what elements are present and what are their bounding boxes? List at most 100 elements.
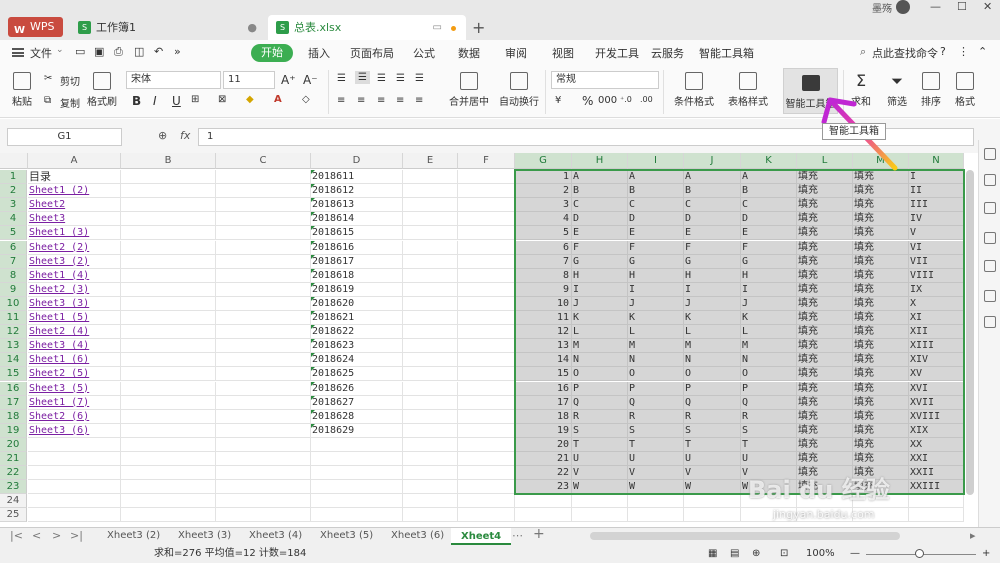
table-cell[interactable]: 填充 xyxy=(853,254,909,269)
fx-icon[interactable]: fx xyxy=(180,129,190,142)
table-cell[interactable] xyxy=(458,212,515,227)
table-cell[interactable]: 填充 xyxy=(797,170,853,185)
row-header[interactable]: 15 xyxy=(0,367,27,382)
table-cell[interactable] xyxy=(403,381,458,396)
merge-center-button[interactable]: 合并居中 xyxy=(444,72,494,108)
table-cell[interactable]: 填充 xyxy=(797,367,853,382)
table-cell[interactable]: 填充 xyxy=(797,325,853,340)
table-cell[interactable]: K xyxy=(572,311,628,326)
table-cell[interactable]: E xyxy=(572,226,628,241)
table-cell[interactable] xyxy=(458,226,515,241)
table-cell[interactable]: 填充 xyxy=(853,296,909,311)
table-cell[interactable] xyxy=(403,254,458,269)
table-cell[interactable]: L xyxy=(628,325,684,340)
table-cell[interactable]: 13 xyxy=(515,339,572,354)
last-sheet-icon[interactable]: >| xyxy=(70,529,83,542)
apps-icon[interactable] xyxy=(984,316,996,328)
table-cell[interactable] xyxy=(311,508,403,523)
table-cell[interactable] xyxy=(216,339,311,354)
table-cell[interactable]: 填充 xyxy=(797,339,853,354)
table-cell[interactable]: 2018616 xyxy=(311,240,403,255)
table-cell[interactable] xyxy=(121,367,216,382)
sheet-link[interactable]: Sheet3 (5) xyxy=(28,381,121,396)
menu-page-layout[interactable]: 页面布局 xyxy=(350,45,394,61)
orientation-icon[interactable]: ☰ xyxy=(396,73,405,84)
table-cell[interactable]: O xyxy=(741,367,797,382)
table-cell[interactable]: XXI xyxy=(909,452,964,467)
user-name[interactable]: 墨殇 xyxy=(872,0,892,15)
sheet-tab[interactable]: Xheet3 (4) xyxy=(249,530,302,541)
table-cell[interactable] xyxy=(458,480,515,495)
table-cell[interactable] xyxy=(458,282,515,297)
table-cell[interactable] xyxy=(216,296,311,311)
table-cell[interactable]: 2018612 xyxy=(311,184,403,199)
table-cell[interactable]: 6 xyxy=(515,240,572,255)
zoom-in-icon[interactable]: + xyxy=(982,545,990,563)
table-cell[interactable] xyxy=(216,268,311,283)
backup-icon[interactable] xyxy=(984,290,996,302)
table-cell[interactable]: L xyxy=(741,325,797,340)
table-cell[interactable] xyxy=(311,494,403,509)
sum-button[interactable]: Σ 求和 xyxy=(848,72,874,109)
table-cell[interactable]: XVI xyxy=(909,381,964,396)
table-cell[interactable]: 2018617 xyxy=(311,254,403,269)
select-all-corner[interactable] xyxy=(0,153,28,169)
table-cell[interactable]: U xyxy=(628,452,684,467)
table-cell[interactable]: 填充 xyxy=(853,212,909,227)
more-icon[interactable]: » xyxy=(174,45,181,58)
menu-data[interactable]: 数据 xyxy=(458,45,480,61)
table-cell[interactable] xyxy=(403,423,458,438)
table-cell[interactable]: 2018621 xyxy=(311,311,403,326)
table-cell[interactable]: 填充 xyxy=(797,254,853,269)
table-cell[interactable] xyxy=(403,466,458,481)
table-cell[interactable]: 20 xyxy=(515,437,572,452)
table-cell[interactable]: XII xyxy=(909,325,964,340)
sheet-link[interactable]: Sheet3 (4) xyxy=(28,339,121,354)
table-cell[interactable] xyxy=(121,339,216,354)
table-cell[interactable] xyxy=(216,282,311,297)
table-cell[interactable]: F xyxy=(572,240,628,255)
row-header[interactable]: 18 xyxy=(0,409,27,424)
sheet-tab[interactable]: Xheet3 (5) xyxy=(320,530,373,541)
table-cell[interactable]: T xyxy=(741,437,797,452)
monitor-icon[interactable]: ▭ xyxy=(433,15,442,40)
sheet-link[interactable]: Sheet1 (3) xyxy=(28,226,121,241)
column-header[interactable]: A xyxy=(28,153,121,169)
table-cell[interactable]: F xyxy=(628,240,684,255)
table-cell[interactable]: VI xyxy=(909,240,964,255)
table-cell[interactable]: P xyxy=(572,381,628,396)
table-cell[interactable] xyxy=(403,395,458,410)
sheet-link[interactable]: Sheet3 (2) xyxy=(28,254,121,269)
row-header[interactable]: 2 xyxy=(0,184,27,199)
chevron-down-icon[interactable]: ⌄ xyxy=(56,45,64,55)
table-cell[interactable] xyxy=(403,508,458,523)
row-header[interactable]: 21 xyxy=(0,452,27,467)
table-cell[interactable] xyxy=(458,240,515,255)
menu-formula[interactable]: 公式 xyxy=(413,45,435,61)
sheet-tab[interactable]: Xheet3 (2) xyxy=(107,530,160,541)
table-cell[interactable] xyxy=(121,184,216,199)
table-cell[interactable]: 填充 xyxy=(853,395,909,410)
clear-icon[interactable]: ◇ xyxy=(302,94,310,105)
table-cell[interactable]: A xyxy=(741,170,797,185)
next-sheet-icon[interactable]: > xyxy=(52,529,61,542)
history-icon[interactable] xyxy=(984,260,996,272)
column-header[interactable]: H xyxy=(572,153,628,169)
folder-icon[interactable]: ▭ xyxy=(75,45,85,58)
column-header[interactable]: N xyxy=(909,153,964,169)
table-cell[interactable]: V xyxy=(628,466,684,481)
table-cell[interactable] xyxy=(403,353,458,368)
table-cell[interactable] xyxy=(216,466,311,481)
table-cell[interactable]: C xyxy=(684,198,741,213)
row-header[interactable]: 14 xyxy=(0,353,27,368)
table-cell[interactable] xyxy=(403,198,458,213)
row-header[interactable]: 4 xyxy=(0,212,27,227)
table-cell[interactable]: 填充 xyxy=(797,296,853,311)
zoom-out-icon[interactable]: — xyxy=(850,545,860,563)
table-cell[interactable]: G xyxy=(572,254,628,269)
table-cell[interactable] xyxy=(403,240,458,255)
table-cell[interactable] xyxy=(403,212,458,227)
row-header[interactable]: 8 xyxy=(0,268,27,283)
table-cell[interactable]: I xyxy=(741,282,797,297)
table-cell[interactable] xyxy=(458,466,515,481)
